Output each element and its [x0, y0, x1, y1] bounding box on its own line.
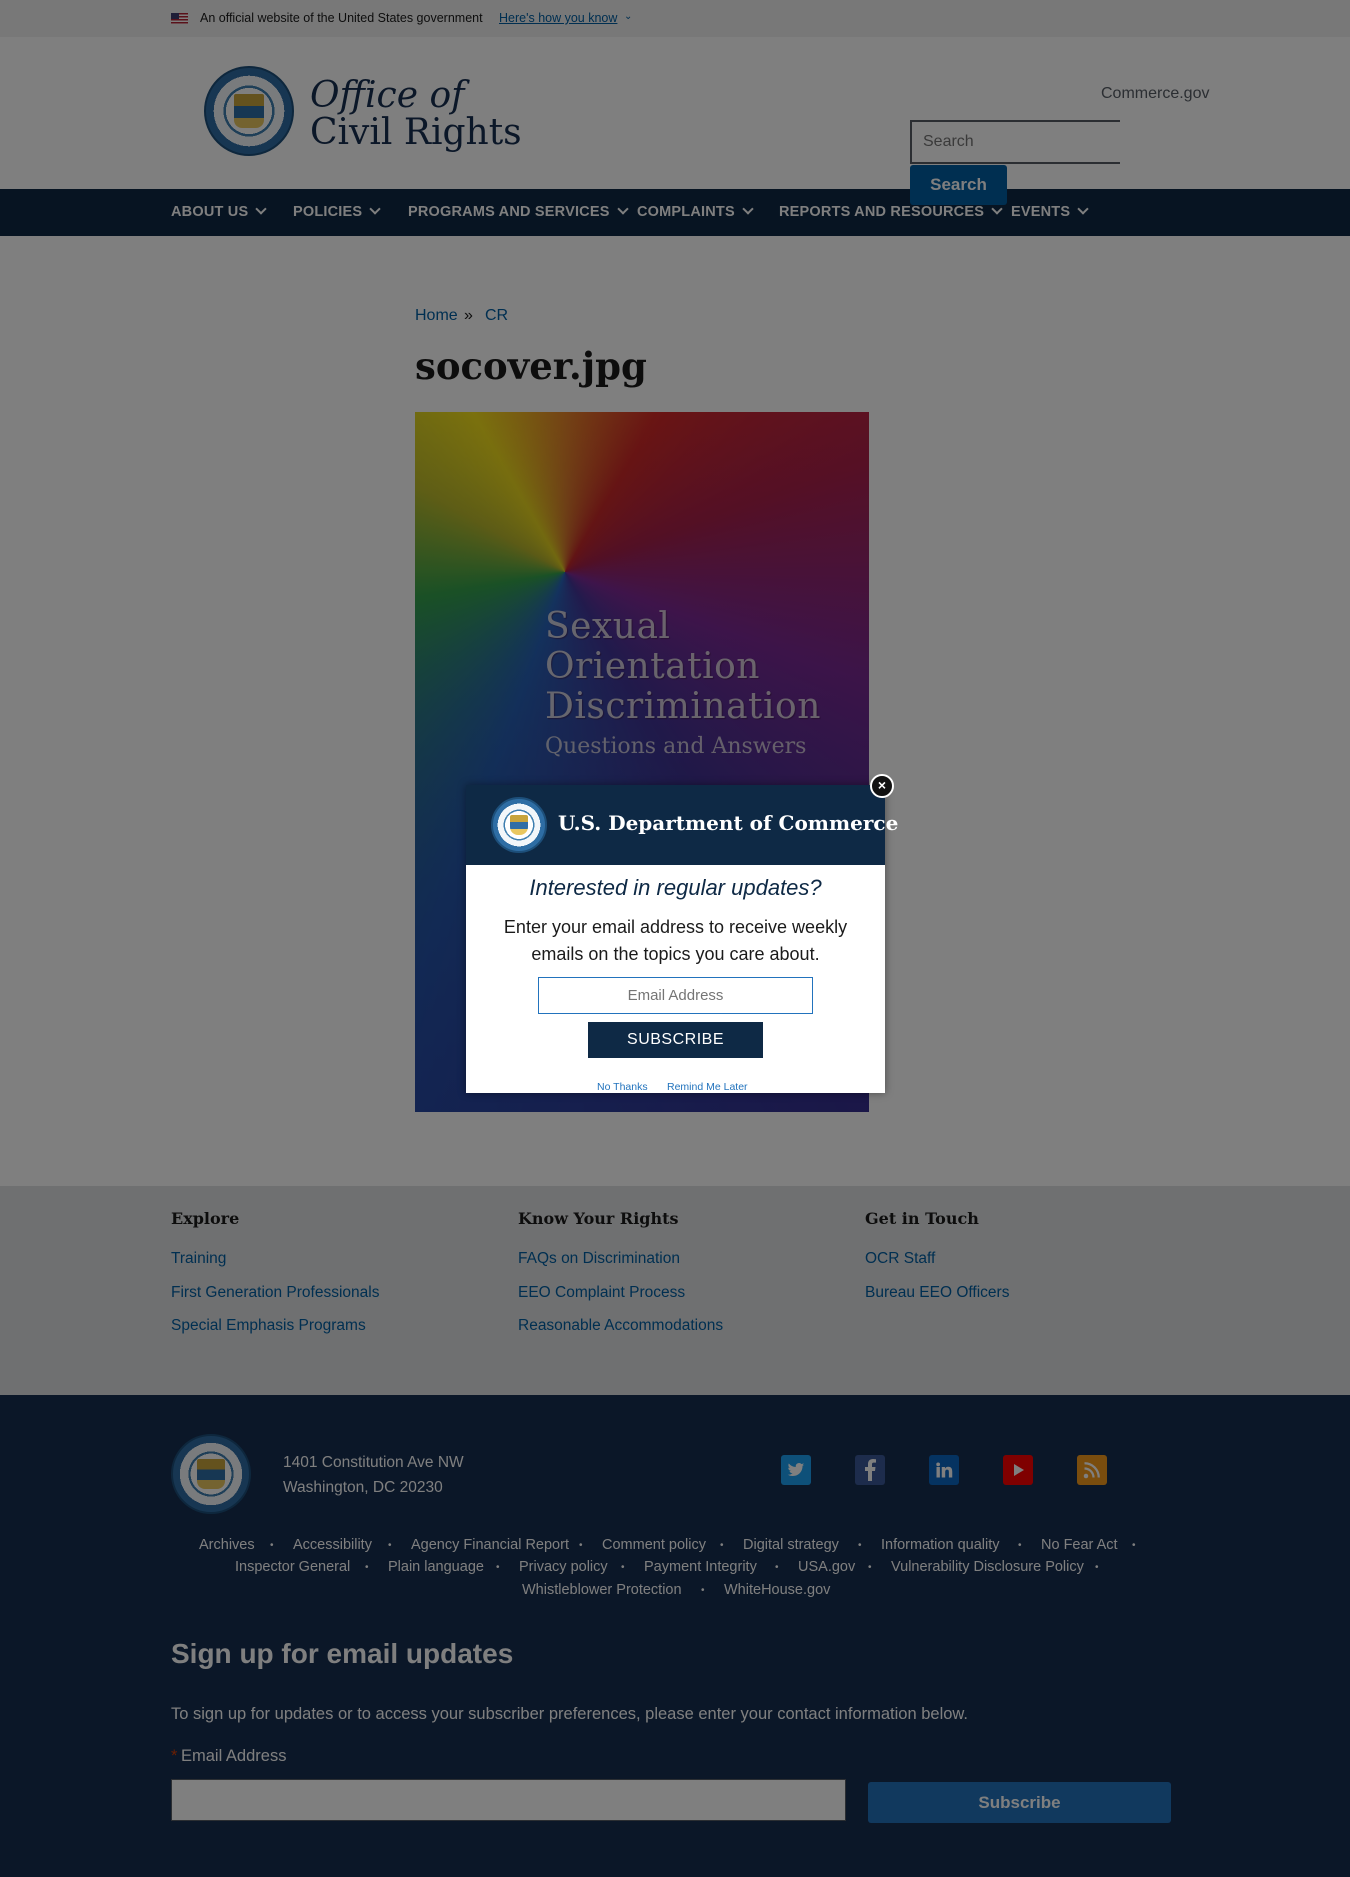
- modal-remind-later-link[interactable]: Remind Me Later: [667, 1081, 748, 1093]
- modal-no-thanks-link[interactable]: No Thanks: [597, 1081, 648, 1093]
- modal-subscribe-button[interactable]: SUBSCRIBE: [588, 1022, 763, 1058]
- modal-heading: Interested in regular updates?: [529, 875, 822, 900]
- modal-brand-title: U.S. Department of Commerce: [558, 811, 899, 835]
- modal-body-text: Enter your email address to receive week…: [503, 917, 848, 964]
- commerce-seal-logo: [491, 797, 547, 853]
- close-icon[interactable]: ×: [870, 774, 894, 798]
- modal-email-input[interactable]: [538, 977, 813, 1014]
- modal-header: U.S. Department of Commerce: [466, 785, 898, 865]
- email-updates-modal: U.S. Department of Commerce Interested i…: [466, 785, 898, 1093]
